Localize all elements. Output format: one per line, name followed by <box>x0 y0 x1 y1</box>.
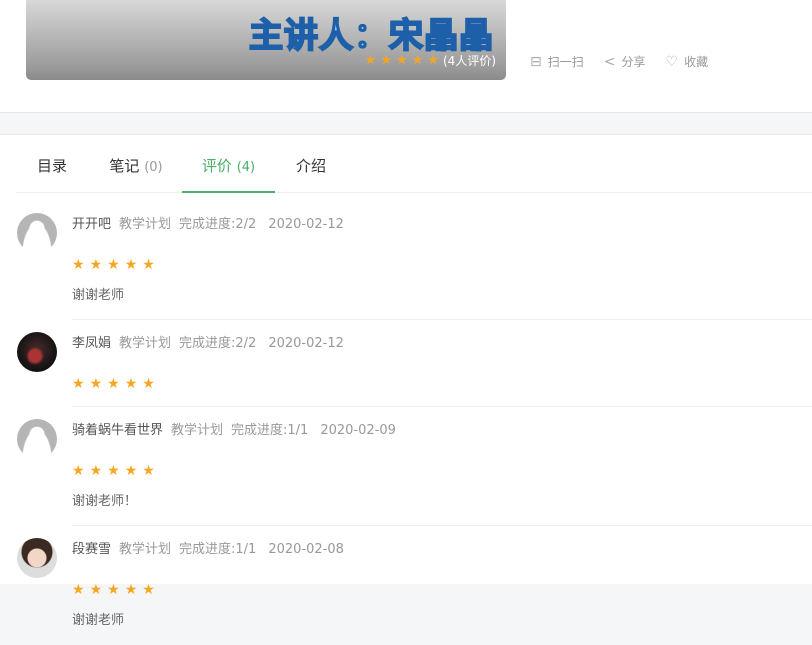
scan-label: 扫一扫 <box>547 55 584 69</box>
review-progress: 完成进度:1/1 <box>179 542 257 557</box>
course-actions: ⊟ 扫一扫 < 分享 ♡ 收藏 <box>530 53 708 70</box>
review-stars: ★ ★ ★ ★ ★ <box>72 458 812 482</box>
review-date: 2020-02-12 <box>268 336 344 351</box>
star-icon: ★ <box>142 463 155 479</box>
star-icon: ★ <box>107 463 120 479</box>
star-icon: ★ <box>107 582 120 598</box>
review-stars: ★ ★ ★ ★ ★ <box>72 577 812 601</box>
reviewer-name[interactable]: 骑着蜗牛看世界 <box>72 419 163 443</box>
review-date: 2020-02-08 <box>268 542 344 557</box>
tab-label: 介绍 <box>295 157 326 175</box>
tab-reviews[interactable]: 评价 (4) <box>182 135 275 193</box>
tab-bar: 目录 笔记 (0) 评价 (4) 介绍 <box>16 135 812 193</box>
review-list: 开开吧 教学计划 完成进度:2/2 2020-02-12 ★ ★ ★ ★ ★ 谢谢老师 … <box>0 213 812 645</box>
tab-count: (4) <box>236 160 256 175</box>
tab-catalog[interactable]: 目录 <box>16 135 90 193</box>
course-content-card: 目录 笔记 (0) 评价 (4) 介绍 开开吧 教学计划 完成进度:2/2 20… <box>0 134 812 628</box>
review-comment: 谢谢老师 <box>72 288 125 303</box>
course-rating: ★ ★ ★ ★ ★ (4人评价) <box>365 52 496 69</box>
review-meta: 段赛雪 教学计划 完成进度:1/1 2020-02-08 <box>72 538 812 562</box>
review-item: 李凤娟 教学计划 完成进度:2/2 2020-02-12 ★ ★ ★ ★ ★ <box>0 320 812 407</box>
rating-stars: ★ ★ ★ ★ ★ <box>365 53 443 68</box>
share-label: 分享 <box>621 55 646 69</box>
star-icon: ★ <box>72 257 85 273</box>
star-icon: ★ <box>411 53 424 68</box>
star-icon: ★ <box>107 257 120 273</box>
review-stars: ★ ★ ★ ★ ★ <box>72 252 812 276</box>
review-item: 开开吧 教学计划 完成进度:2/2 2020-02-12 ★ ★ ★ ★ ★ 谢谢老师 <box>0 213 812 320</box>
star-icon: ★ <box>89 463 103 479</box>
review-plan: 教学计划 <box>171 423 224 438</box>
tab-intro[interactable]: 介绍 <box>275 135 347 193</box>
review-date: 2020-02-12 <box>268 217 344 232</box>
avatar[interactable] <box>17 332 57 372</box>
favorite-label: 收藏 <box>684 55 709 69</box>
star-icon: ★ <box>124 376 138 392</box>
review-date: 2020-02-09 <box>320 423 396 438</box>
star-icon: ★ <box>142 257 155 273</box>
favorite-button[interactable]: ♡ 收藏 <box>666 53 709 70</box>
star-icon: ★ <box>72 463 85 479</box>
review-plan: 教学计划 <box>119 542 172 557</box>
rating-count: (4人评价) <box>443 54 496 68</box>
reviewer-name[interactable]: 开开吧 <box>72 213 111 237</box>
reviewer-name[interactable]: 段赛雪 <box>72 538 111 562</box>
star-icon: ★ <box>72 582 85 598</box>
review-progress: 完成进度:1/1 <box>231 423 309 438</box>
review-meta: 开开吧 教学计划 完成进度:2/2 2020-02-12 <box>72 213 812 237</box>
star-icon: ★ <box>124 463 138 479</box>
star-icon: ★ <box>124 582 138 598</box>
star-icon: ★ <box>427 53 439 68</box>
review-meta: 骑着蜗牛看世界 教学计划 完成进度:1/1 2020-02-09 <box>72 419 812 443</box>
course-header-card: 主讲人：宋晶晶 ★ ★ ★ ★ ★ (4人评价) ⊟ 扫一扫 < 分享 ♡ 收藏 <box>0 0 812 113</box>
tab-count: (0) <box>144 160 163 175</box>
avatar[interactable] <box>17 419 57 459</box>
review-plan: 教学计划 <box>119 336 172 351</box>
star-icon: ★ <box>89 376 103 392</box>
star-icon: ★ <box>107 376 120 392</box>
star-icon: ★ <box>89 257 103 273</box>
star-icon: ★ <box>142 376 155 392</box>
course-banner: 主讲人：宋晶晶 ★ ★ ★ ★ ★ (4人评价) <box>26 0 506 80</box>
share-icon: < <box>603 53 616 70</box>
review-comment: 谢谢老师！ <box>72 494 138 509</box>
avatar[interactable] <box>17 213 57 253</box>
review-progress: 完成进度:2/2 <box>179 217 257 232</box>
review-plan: 教学计划 <box>119 217 172 232</box>
tab-label: 评价 <box>201 157 232 175</box>
heart-icon: ♡ <box>665 53 679 70</box>
star-icon: ★ <box>72 376 85 392</box>
tab-label: 笔记 <box>109 157 140 175</box>
review-item: 段赛雪 教学计划 完成进度:1/1 2020-02-08 ★ ★ ★ ★ ★ 谢谢老师 <box>0 526 812 645</box>
review-meta: 李凤娟 教学计划 完成进度:2/2 2020-02-12 <box>72 332 812 356</box>
star-icon: ★ <box>364 53 377 68</box>
star-icon: ★ <box>89 582 103 598</box>
review-comment: 谢谢老师 <box>72 613 125 628</box>
star-icon: ★ <box>396 53 408 68</box>
review-stars: ★ ★ ★ ★ ★ <box>72 371 812 395</box>
qrcode-icon: ⊟ <box>530 53 542 70</box>
star-icon: ★ <box>142 582 155 598</box>
tab-notes[interactable]: 笔记 (0) <box>90 135 182 193</box>
avatar[interactable] <box>17 538 57 578</box>
banner-title: 主讲人：宋晶晶 <box>248 15 494 57</box>
star-icon: ★ <box>124 257 138 273</box>
share-button[interactable]: < 分享 <box>604 53 646 70</box>
reviewer-name[interactable]: 李凤娟 <box>72 332 111 356</box>
review-item: 骑着蜗牛看世界 教学计划 完成进度:1/1 2020-02-09 ★ ★ ★ ★ ★ 谢… <box>0 407 812 526</box>
star-icon: ★ <box>380 53 393 68</box>
tab-label: 目录 <box>37 157 68 175</box>
scan-button[interactable]: ⊟ 扫一扫 <box>530 53 584 70</box>
review-progress: 完成进度:2/2 <box>179 336 257 351</box>
